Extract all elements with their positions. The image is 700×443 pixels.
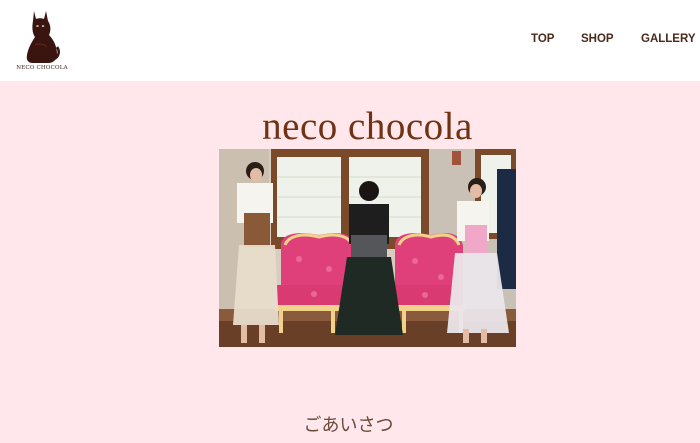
cat-logo-icon [26, 11, 60, 63]
nav-gallery[interactable]: GALLERY [641, 33, 696, 45]
logo-text: NECO CHOCOLA [16, 65, 68, 71]
site-header: NECO CHOCOLA TOP SHOP GALLERY [0, 0, 700, 81]
greeting-heading: ごあいさつ [303, 415, 394, 436]
site-title: neco chocola [262, 105, 473, 148]
site-logo[interactable]: NECO CHOCOLA [16, 7, 68, 75]
nav-top[interactable]: TOP [531, 33, 554, 45]
nav-shop[interactable]: SHOP [581, 33, 614, 45]
hero-photo-image [219, 149, 516, 347]
hero-photo [219, 149, 516, 347]
